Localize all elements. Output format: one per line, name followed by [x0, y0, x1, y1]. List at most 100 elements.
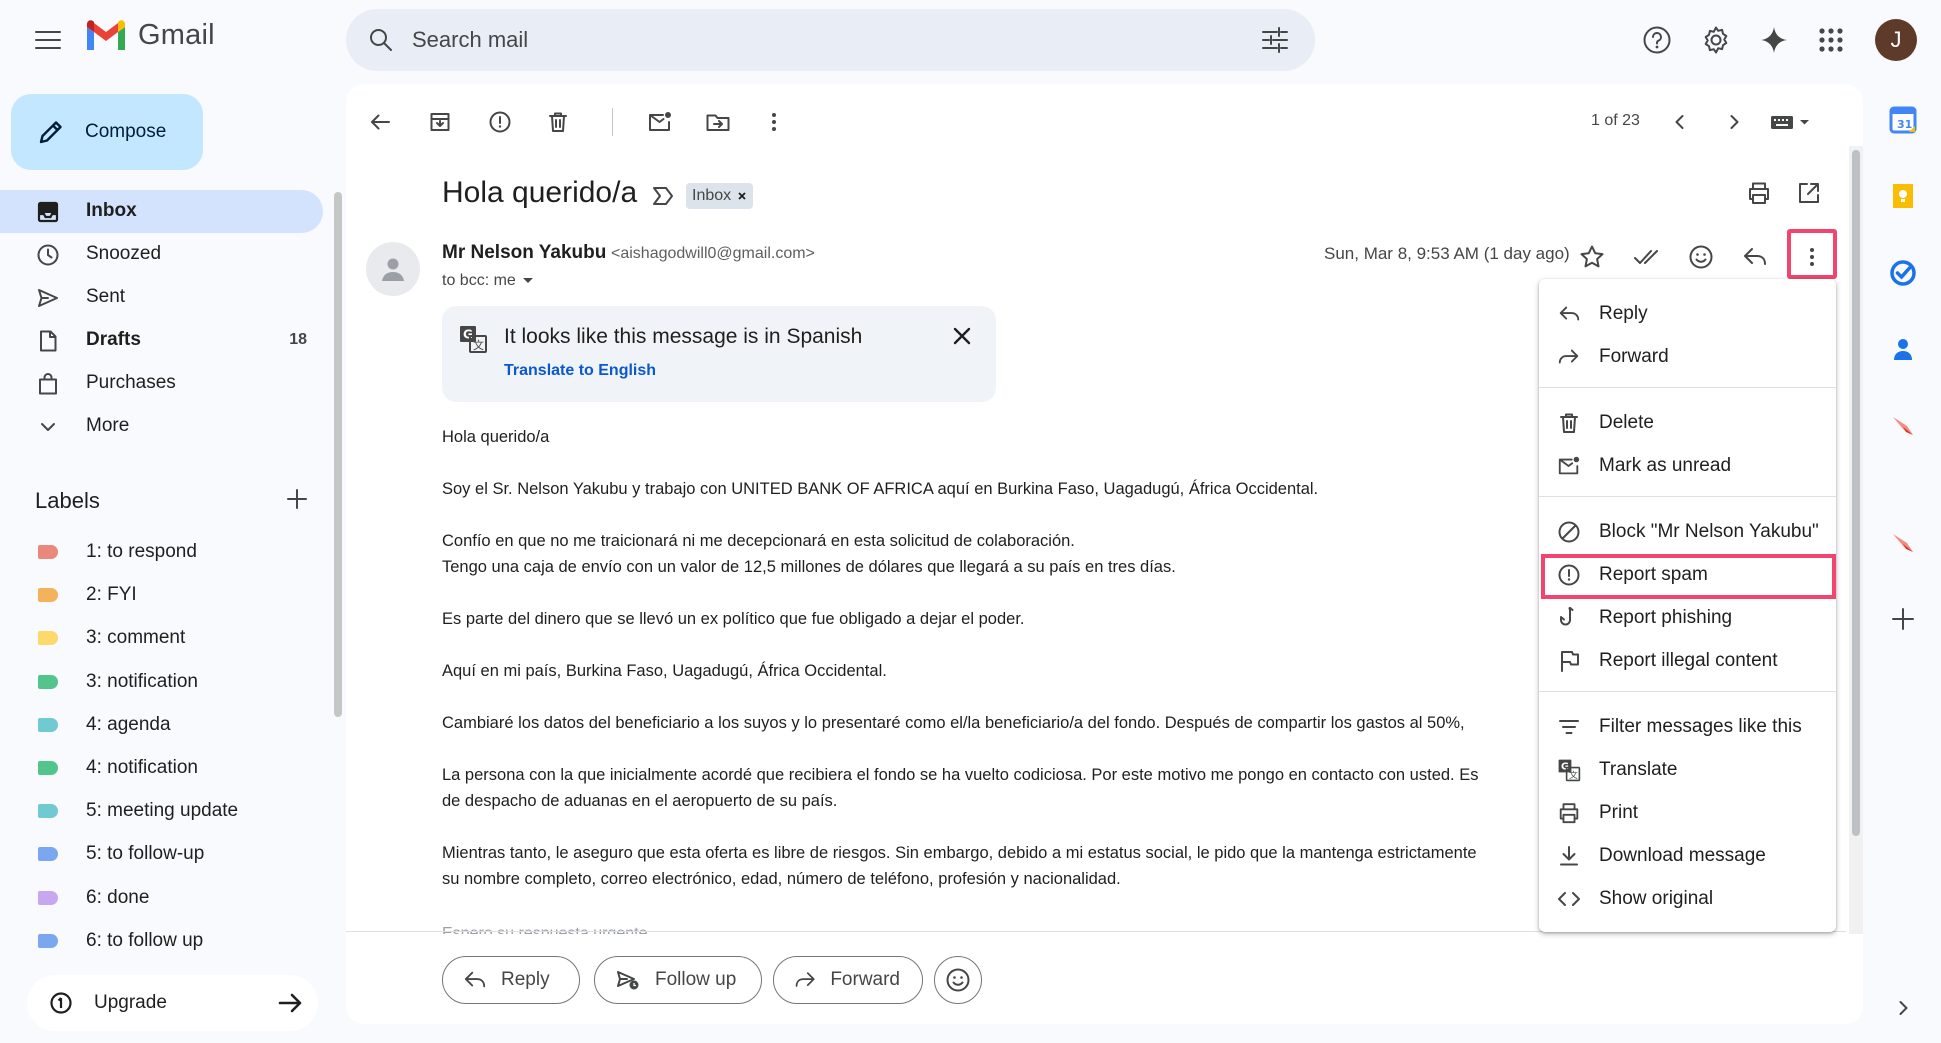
flag-icon [1561, 651, 1579, 672]
sidebar-item-drafts[interactable]: Drafts 18 [0, 319, 323, 362]
sidebar-label-item[interactable]: 5: meeting update [0, 790, 323, 833]
report-spam-icon[interactable] [482, 104, 518, 140]
apps-grid-icon[interactable] [1811, 20, 1851, 60]
sidebar-label-item[interactable]: 5: to follow-up [0, 833, 323, 876]
calendar-app-icon[interactable]: 31 [1886, 103, 1920, 137]
menu-item-reply[interactable]: Reply [1539, 292, 1836, 335]
app-name: Gmail [138, 18, 215, 51]
gmail-logo[interactable]: Gmail [84, 18, 215, 52]
get-addons-plus-icon[interactable] [1886, 602, 1920, 636]
menu-divider [1539, 496, 1836, 497]
main-menu-button[interactable] [26, 22, 70, 58]
keep-notes-icon[interactable] [1886, 179, 1920, 213]
reply-button[interactable]: Reply [442, 956, 580, 1004]
menu-item-label: Mark as unread [1599, 455, 1732, 476]
sidebar-item-purchases[interactable]: Purchases [0, 362, 323, 405]
menu-item-forward[interactable]: Forward [1539, 335, 1836, 378]
recipient-details[interactable]: to bcc: me [442, 272, 534, 290]
sender-name[interactable]: Mr Nelson Yakubu [442, 242, 606, 264]
star-icon[interactable] [1572, 237, 1612, 277]
sidebar-item-inbox[interactable]: Inbox [0, 190, 323, 233]
mark-unread-icon[interactable] [642, 104, 678, 140]
follow-up-button[interactable]: Follow up [594, 956, 762, 1004]
more-vert-icon[interactable] [756, 104, 792, 140]
print-all-icon[interactable] [1746, 180, 1772, 206]
sidebar-item-snoozed[interactable]: Snoozed [0, 233, 323, 276]
label-tag-icon [38, 761, 58, 775]
forward-icon [1558, 349, 1579, 364]
expand-panel-chevron-icon[interactable] [1886, 991, 1920, 1025]
sidebar-label-item[interactable]: 4: notification [0, 747, 323, 790]
message-options-menu: Reply Forward Delete Mark as unread Bloc… [1539, 279, 1836, 932]
help-icon[interactable] [1637, 20, 1677, 60]
body-paragraph: Cambiaré los datos del beneficiario a lo… [442, 714, 1465, 732]
translate-message: It looks like this message is in Spanish [504, 325, 863, 348]
contacts-icon[interactable] [1886, 332, 1920, 366]
open-new-window-icon[interactable] [1796, 180, 1822, 206]
menu-item-mark-unread[interactable]: Mark as unread [1539, 444, 1836, 487]
remove-label-icon[interactable] [737, 191, 747, 201]
forward-button[interactable]: Forward [773, 956, 923, 1004]
sidebar-label-item[interactable]: 3: comment [0, 617, 323, 660]
sidebar-item-more[interactable]: More [0, 405, 323, 448]
sidebar-label-item[interactable]: 2: FYI [0, 574, 323, 617]
sidebar-label-item[interactable]: 6: done [0, 877, 323, 920]
trash-icon[interactable] [540, 104, 576, 140]
sidebar-scrollbar[interactable] [334, 192, 342, 717]
addon-icon[interactable] [1886, 409, 1920, 443]
emoji-react-button[interactable] [934, 956, 982, 1004]
search-icon[interactable] [368, 27, 394, 53]
sender-avatar[interactable] [366, 242, 420, 296]
close-icon[interactable] [952, 326, 972, 346]
add-label-icon[interactable] [284, 486, 310, 512]
label-name: 3: comment [86, 627, 186, 649]
sidebar-label-item[interactable]: 4: agenda [0, 704, 323, 747]
label-name: 2: FYI [86, 584, 137, 606]
sidebar-label-item[interactable]: 1: to respond [0, 531, 323, 574]
shopping-bag-icon [39, 373, 57, 395]
sidebar-item-sent[interactable]: Sent [0, 276, 323, 319]
sidebar-item-label: Drafts [86, 329, 141, 350]
sidebar-label-item[interactable]: 3: notification [0, 661, 323, 704]
translate-to-english-link[interactable]: Translate to English [504, 362, 656, 380]
menu-item-report-illegal-content[interactable]: Report illegal content [1539, 639, 1836, 682]
upgrade-button[interactable]: Upgrade [27, 975, 318, 1031]
archive-icon[interactable] [422, 104, 458, 140]
back-arrow-icon[interactable] [362, 104, 398, 140]
importance-marker-icon[interactable] [652, 186, 674, 206]
menu-item-print[interactable]: Print [1539, 791, 1836, 834]
compose-button[interactable]: Compose [11, 94, 203, 170]
menu-item-filter-messages[interactable]: Filter messages like this [1539, 705, 1836, 748]
label-chip-inbox[interactable]: Inbox [686, 183, 754, 209]
chevron-right-icon[interactable] [1716, 104, 1752, 140]
account-avatar[interactable]: J [1875, 19, 1917, 61]
body-paragraph: Mientras tanto, le aseguro que esta ofer… [442, 844, 1477, 888]
smiley-icon [946, 968, 970, 992]
emoji-reaction-icon[interactable] [1681, 237, 1721, 277]
double-check-icon[interactable] [1627, 237, 1667, 277]
menu-item-translate[interactable]: G 文 Translate [1539, 748, 1836, 791]
search-input[interactable] [412, 20, 1261, 60]
addon-icon[interactable] [1886, 526, 1920, 560]
menu-item-block-sender[interactable]: Block "Mr Nelson Yakubu" [1539, 510, 1836, 553]
trash-icon [1560, 413, 1578, 433]
menu-item-show-original[interactable]: Show original [1539, 877, 1836, 920]
menu-item-label: Report illegal content [1599, 650, 1778, 671]
reply-icon[interactable] [1735, 237, 1775, 277]
search-options-icon[interactable] [1261, 27, 1289, 53]
move-to-folder-icon[interactable] [700, 104, 736, 140]
sidebar-item-label: Inbox [86, 200, 137, 221]
chevron-left-icon[interactable] [1662, 104, 1698, 140]
menu-item-download-message[interactable]: Download message [1539, 834, 1836, 877]
sidebar-label-item[interactable]: 6: to follow up [0, 920, 323, 963]
keyboard-input-icon[interactable] [1764, 104, 1820, 140]
search-bar[interactable] [346, 9, 1315, 71]
caret-down-icon[interactable] [522, 277, 534, 285]
tasks-icon[interactable] [1886, 256, 1920, 290]
message-scrollbar[interactable] [1852, 150, 1860, 836]
upgrade-icon [50, 992, 72, 1014]
menu-item-delete[interactable]: Delete [1539, 401, 1836, 444]
settings-gear-icon[interactable] [1696, 20, 1736, 60]
gemini-sparkle-icon[interactable] [1754, 20, 1794, 60]
menu-item-report-phishing[interactable]: Report phishing [1539, 596, 1836, 639]
